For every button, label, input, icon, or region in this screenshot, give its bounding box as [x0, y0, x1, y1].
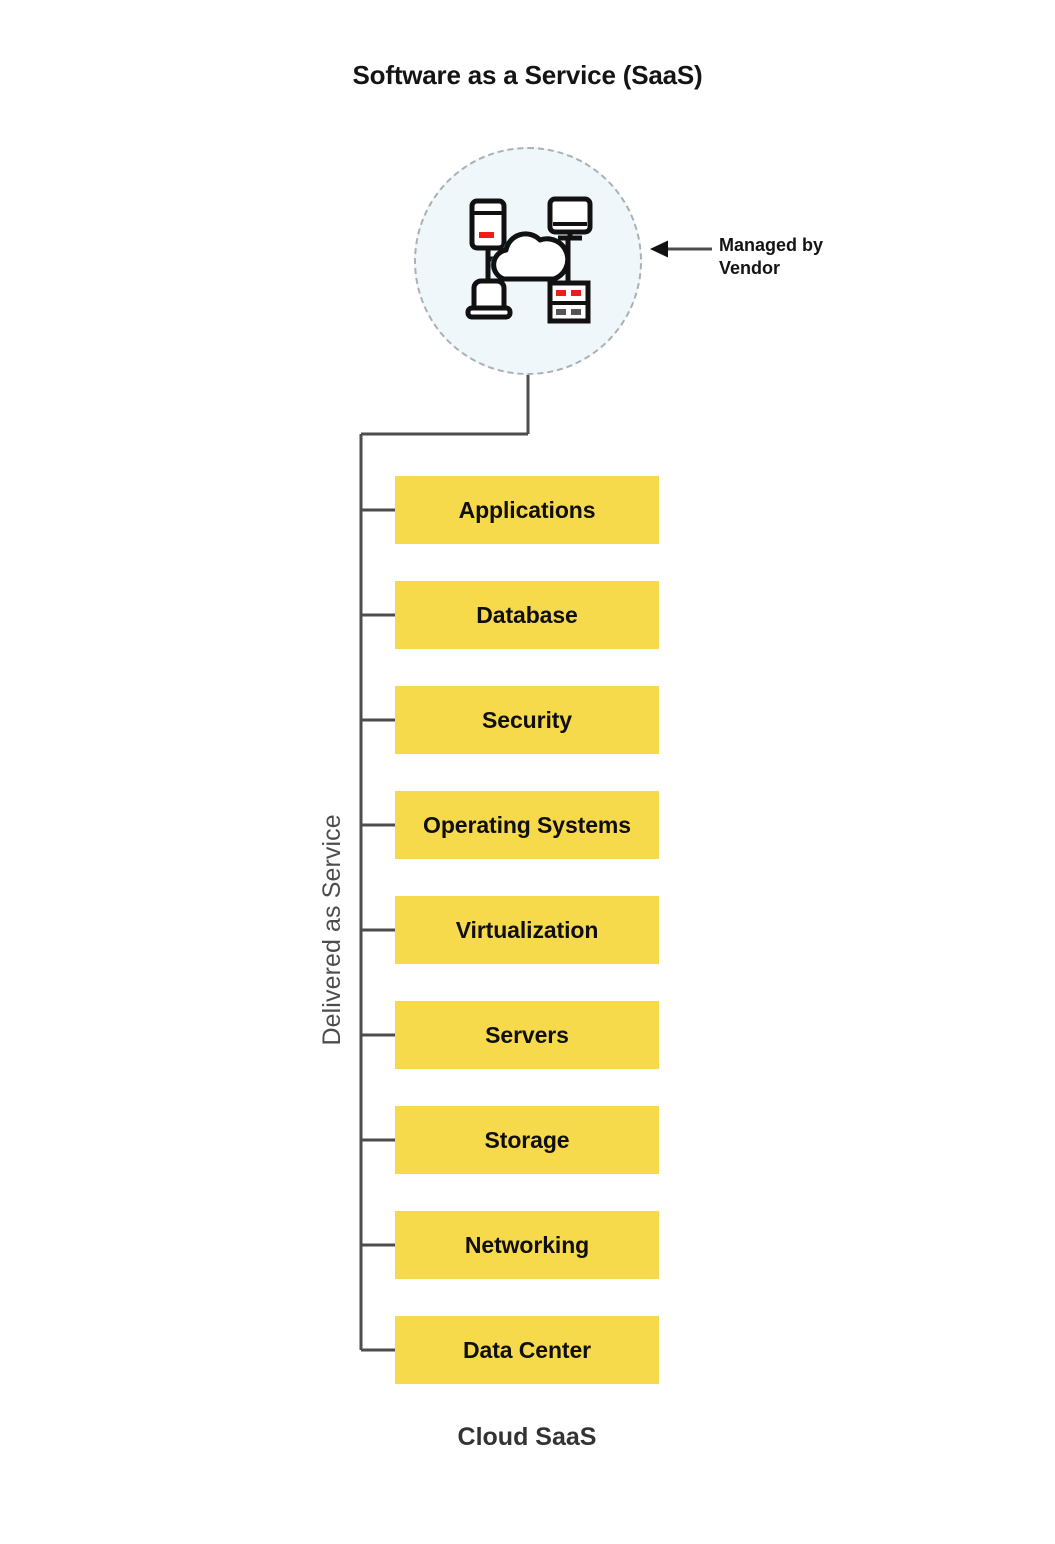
layer-box-label: Security	[482, 706, 572, 733]
layer-box-label: Storage	[484, 1126, 570, 1153]
device-monitor-icon	[547, 196, 593, 241]
device-phone-icon	[469, 198, 507, 251]
layer-box[interactable]: Operating Systems	[395, 791, 659, 859]
layer-box-label: Servers	[485, 1021, 569, 1048]
arrow-left-icon	[650, 240, 712, 258]
layer-box[interactable]: Data Center	[395, 1316, 659, 1384]
device-server-icon	[547, 280, 591, 324]
managed-by-vendor-label: Managed by Vendor	[719, 234, 919, 280]
layer-box[interactable]: Virtualization	[395, 896, 659, 964]
layer-box-label: Data Center	[463, 1336, 591, 1363]
footer-label: Cloud SaaS	[457, 1423, 597, 1451]
layer-box[interactable]: Applications	[395, 476, 659, 544]
annotation-line-1: Managed by	[719, 235, 824, 255]
layer-box-label: Operating Systems	[423, 811, 631, 838]
layer-box-label: Virtualization	[455, 916, 599, 943]
layer-box-label: Applications	[458, 496, 596, 523]
delivered-as-service-label: Delivered as Service	[318, 814, 346, 1046]
layer-box-label: Networking	[464, 1231, 590, 1258]
page-title: Software as a Service (SaaS)	[352, 60, 703, 90]
cloud-network-icon	[465, 196, 593, 324]
cloud-icon-circle	[414, 147, 642, 375]
layer-box[interactable]: Servers	[395, 1001, 659, 1069]
layer-box[interactable]: Security	[395, 686, 659, 754]
annotation-line-2: Vendor	[719, 258, 781, 279]
layer-box[interactable]: Database	[395, 581, 659, 649]
layer-box-label: Database	[476, 601, 578, 628]
layer-box[interactable]: Storage	[395, 1106, 659, 1174]
device-laptop-icon	[465, 278, 513, 320]
diagram-canvas: Software as a Service (SaaS) Managed by …	[0, 0, 1055, 1544]
layer-box[interactable]: Networking	[395, 1211, 659, 1279]
